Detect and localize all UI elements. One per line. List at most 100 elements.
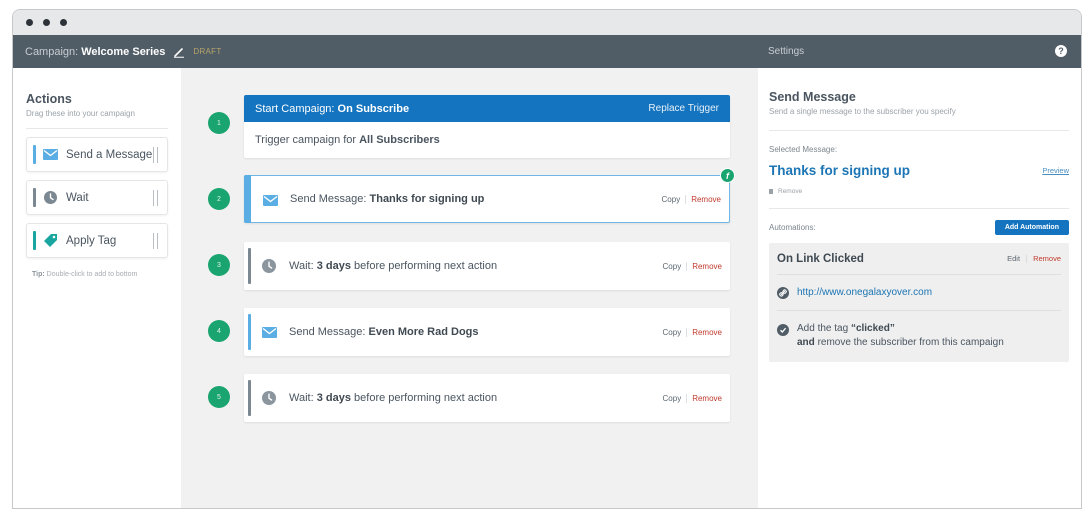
remove-button[interactable]: Remove: [692, 394, 722, 403]
status-badge: DRAFT: [193, 47, 222, 56]
tag-value: “clicked”: [850, 323, 895, 334]
remove-message-button[interactable]: Remove: [769, 188, 1069, 195]
step-accent-bar: [248, 380, 251, 416]
remove-button[interactable]: Remove: [692, 328, 722, 337]
copy-button[interactable]: Copy: [663, 328, 682, 337]
settings-panel-title: Send Message: [769, 90, 856, 104]
copy-button[interactable]: Copy: [663, 262, 682, 271]
add-automation-button[interactable]: Add Automation: [994, 220, 1069, 235]
trigger-header: Start Campaign: On Subscribe Replace Tri…: [244, 95, 730, 122]
and-text: remove the subscriber from this campaign: [817, 337, 1004, 348]
divider: [686, 327, 688, 337]
window-maximize-button[interactable]: [60, 19, 67, 26]
action-label: Send a Message: [66, 148, 153, 161]
drag-handle[interactable]: [153, 147, 158, 163]
divider: [769, 208, 1069, 209]
action-apply-tag[interactable]: Apply Tag: [26, 223, 168, 258]
step-prefix: Send Message:: [289, 326, 366, 338]
automation-url-link[interactable]: http://www.onegalaxyover.com: [797, 287, 932, 298]
window-close-button[interactable]: [26, 19, 33, 26]
actions-subtitle: Drag these into your campaign: [26, 109, 168, 129]
step-actions: Copy Remove: [663, 327, 722, 337]
step-text: Send Message: Even More Rad Dogs: [289, 326, 479, 338]
step-accent-bar: [248, 314, 251, 350]
tip-label: Tip:: [32, 271, 45, 278]
edit-automation-button[interactable]: Edit: [1007, 254, 1020, 263]
campaign-name: Welcome Series: [81, 45, 166, 58]
action-accent-bar: [33, 231, 36, 250]
settings-panel: Send Message Send a single message to th…: [758, 68, 1081, 508]
selected-message-label: Selected Message:: [769, 145, 838, 154]
workflow-step-wait[interactable]: Wait: 3 days before performing next acti…: [244, 374, 730, 422]
step-prefix: Send Message:: [290, 193, 367, 205]
remove-button[interactable]: Remove: [692, 262, 722, 271]
drag-handle[interactable]: [153, 190, 158, 206]
action-wait[interactable]: Wait: [26, 180, 168, 215]
drag-handle[interactable]: [153, 233, 158, 249]
trigger-title-value: On Subscribe: [337, 102, 410, 115]
step-text: Wait: 3 days before performing next acti…: [289, 392, 497, 404]
envelope-icon: [42, 148, 58, 162]
trigger-title-prefix: Start Campaign:: [255, 102, 335, 115]
trigger-body-value: All Subscribers: [359, 134, 440, 146]
settings-panel-subtitle: Send a single message to the subscriber …: [769, 107, 1069, 131]
copy-button[interactable]: Copy: [663, 394, 682, 403]
remove-button[interactable]: Remove: [691, 195, 721, 204]
remove-message-label: Remove: [778, 188, 803, 195]
step-accent-bar: [244, 175, 251, 223]
and-label: and: [797, 337, 815, 348]
step-number: 3: [208, 254, 230, 276]
step-number: 4: [208, 320, 230, 342]
step-number: 2: [208, 188, 230, 210]
envelope-icon: [261, 324, 277, 340]
tip-body: Double-click to add to bottom: [46, 271, 138, 278]
window-minimize-button[interactable]: [43, 19, 50, 26]
step-prefix: Wait:: [289, 260, 314, 272]
tip-text: Tip: Double-click to add to bottom: [32, 271, 168, 278]
trigger-body: Trigger campaign for All Subscribers: [244, 122, 730, 158]
action-accent-bar: [33, 188, 36, 207]
step-suffix: before performing next action: [354, 260, 498, 272]
clock-icon: [261, 390, 277, 406]
campaign-header: Campaign: Welcome Series DRAFT: [25, 35, 222, 68]
question-circle-icon[interactable]: ?: [1055, 45, 1067, 57]
workflow-step-send-message[interactable]: Send Message: Thanks for signing up Copy…: [244, 168, 735, 223]
clock-icon: [42, 191, 58, 205]
automation-title: On Link Clicked: [777, 252, 864, 265]
settings-title: Settings: [768, 46, 805, 57]
actions-panel: Actions Drag these into your campaign Se…: [13, 68, 181, 508]
selected-message-name[interactable]: Thanks for signing up: [769, 163, 910, 178]
envelope-icon: [262, 192, 278, 208]
campaign-prefix: Campaign:: [25, 45, 79, 58]
step-suffix: before performing next action: [354, 392, 498, 404]
step-actions: Copy Remove: [662, 194, 721, 204]
trigger-card[interactable]: Start Campaign: On Subscribe Replace Tri…: [244, 95, 730, 158]
automation-badge-icon[interactable]: f: [720, 168, 735, 183]
preview-link[interactable]: Preview: [1042, 166, 1069, 175]
copy-button[interactable]: Copy: [662, 195, 681, 204]
actions-title: Actions: [26, 92, 72, 106]
automation-card: On Link Clicked Edit Remove http://www.o…: [769, 243, 1069, 362]
step-number: 5: [208, 386, 230, 408]
top-bar: Campaign: Welcome Series DRAFT Settings …: [13, 35, 1081, 68]
remove-automation-button[interactable]: Remove: [1033, 254, 1061, 263]
pencil-icon[interactable]: [173, 46, 185, 58]
replace-trigger-link[interactable]: Replace Trigger: [648, 103, 719, 114]
action-send-message[interactable]: Send a Message: [26, 137, 168, 172]
step-text: Send Message: Thanks for signing up: [290, 193, 484, 205]
trash-icon: [769, 189, 773, 194]
divider: [686, 393, 688, 403]
step-text: Wait: 3 days before performing next acti…: [289, 260, 497, 272]
tag-icon: [42, 234, 58, 248]
step-value: 3 days: [316, 260, 351, 272]
link-icon: [777, 286, 789, 299]
workflow-step-wait[interactable]: Wait: 3 days before performing next acti…: [244, 242, 730, 290]
automations-label: Automations:: [769, 223, 816, 232]
action-label: Apply Tag: [66, 234, 117, 247]
step-value: Thanks for signing up: [369, 193, 485, 205]
step-prefix: Wait:: [289, 392, 314, 404]
check-circle-icon: [777, 324, 789, 336]
workflow-canvas: 1 Start Campaign: On Subscribe Replace T…: [181, 68, 758, 508]
workflow-step-send-message[interactable]: Send Message: Even More Rad Dogs Copy Re…: [244, 308, 730, 356]
trigger-title: Start Campaign: On Subscribe: [255, 103, 409, 115]
